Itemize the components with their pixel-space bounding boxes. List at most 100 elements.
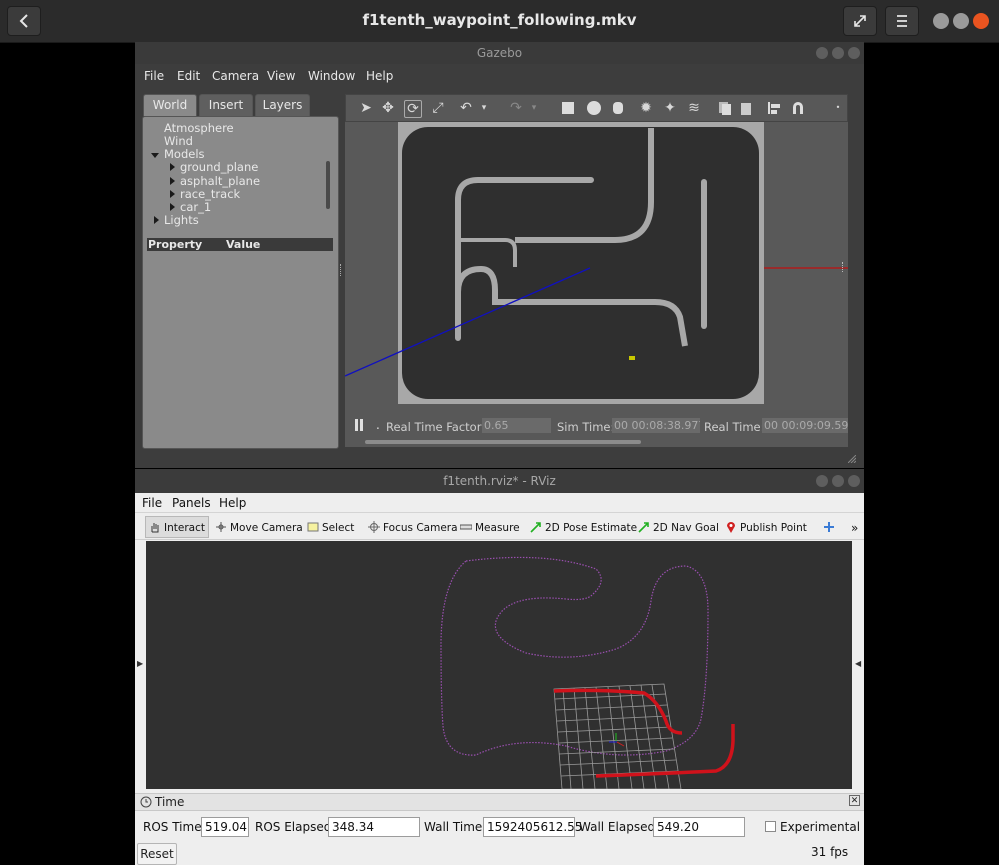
tool-select-label: Select (322, 522, 355, 534)
hamburger-menu-button[interactable] (885, 6, 919, 36)
rviz-menu-panels[interactable]: Panels (172, 496, 211, 510)
point-light-icon[interactable]: ✹ (638, 100, 654, 116)
rotate-icon[interactable]: ⟳ (404, 100, 422, 118)
tool-2d-nav-goal[interactable]: 2D Nav Goal (638, 518, 719, 538)
tab-world[interactable]: World (143, 94, 197, 116)
tool-publish-point-label: Publish Point (740, 522, 807, 534)
fullscreen-button[interactable] (843, 6, 877, 36)
wall-time-field[interactable]: 1592405612.55 (483, 817, 582, 837)
tree-model-label: race_track (180, 187, 241, 201)
gazebo-menu-edit[interactable]: Edit (177, 69, 200, 83)
tree-item-model[interactable]: asphalt_plane (170, 174, 260, 188)
gazebo-close-button[interactable] (848, 47, 860, 59)
map-pin-icon (727, 522, 735, 533)
gazebo-menu-camera[interactable]: Camera (212, 69, 259, 83)
pause-icon[interactable] (355, 419, 358, 431)
rviz-menu-help[interactable]: Help (219, 496, 246, 510)
right-dock-collapse-icon[interactable]: ◀ (855, 659, 861, 668)
close-panel-icon[interactable]: ✕ (849, 795, 860, 806)
gazebo-3d-viewport[interactable] (345, 122, 848, 410)
left-dock-collapse-icon[interactable]: ▶ (137, 659, 143, 668)
tree-item-model[interactable]: car_1 (170, 200, 211, 214)
spot-light-icon[interactable]: ✦ (662, 100, 678, 116)
box-shape-icon[interactable] (560, 100, 576, 116)
tool-publish-point[interactable]: Publish Point (725, 518, 807, 538)
expand-right-icon[interactable] (170, 163, 175, 171)
expand-right-icon[interactable] (170, 190, 175, 198)
splitter-handle[interactable] (340, 264, 344, 276)
gazebo-titlebar: Gazebo (135, 42, 864, 64)
tool-focus-camera[interactable]: Focus Camera (368, 518, 458, 538)
gazebo-menu-file[interactable]: File (144, 69, 164, 83)
snap-magnet-icon[interactable] (790, 100, 806, 116)
gazebo-minimize-button[interactable] (816, 47, 828, 59)
green-arrow-icon (530, 522, 541, 533)
pause-icon[interactable] (360, 419, 363, 431)
tree-scrollbar[interactable] (326, 161, 330, 209)
expand-right-icon[interactable] (170, 177, 175, 185)
directional-light-icon[interactable]: ≋ (686, 100, 702, 116)
wall-elapsed-field[interactable]: 549.20 (653, 817, 745, 837)
select-arrow-icon[interactable]: ➤ (358, 100, 374, 116)
resize-grip-icon[interactable] (847, 452, 857, 464)
tab-insert[interactable]: Insert (199, 94, 253, 116)
gazebo-menu-view[interactable]: View (267, 69, 295, 83)
gazebo-maximize-button[interactable] (832, 47, 844, 59)
tab-layers[interactable]: Layers (255, 94, 310, 116)
tree-model-label: car_1 (180, 200, 212, 214)
rviz-minimize-button[interactable] (816, 475, 828, 487)
gazebo-menu-help[interactable]: Help (366, 69, 393, 83)
hand-icon (151, 523, 159, 533)
tree-item-atmosphere[interactable]: Atmosphere (164, 121, 234, 135)
step-dot-icon[interactable]: . (376, 418, 380, 432)
tool-2d-pose-estimate[interactable]: 2D Pose Estimate (530, 518, 637, 538)
tree-item-models[interactable]: Models (151, 147, 205, 161)
viewport-splitter-handle[interactable] (842, 262, 846, 272)
ros-elapsed-field[interactable]: 348.34 (328, 817, 420, 837)
reset-button[interactable]: Reset (137, 843, 177, 865)
sphere-shape-icon[interactable] (586, 100, 602, 116)
undo-icon[interactable]: ↶ (458, 100, 474, 116)
tree-item-model[interactable]: ground_plane (170, 160, 258, 174)
gazebo-menu-window[interactable]: Window (308, 69, 355, 83)
rviz-menu-file[interactable]: File (142, 496, 162, 510)
ros-time-field[interactable]: 519.04 (201, 817, 249, 837)
ros-elapsed-label: ROS Elapsed: (255, 820, 336, 834)
experimental-checkbox[interactable] (765, 821, 776, 832)
tree-item-wind[interactable]: Wind (164, 134, 193, 148)
redo-dropdown-icon[interactable]: ▾ (526, 100, 542, 116)
tool-interact[interactable]: Interact (145, 516, 209, 538)
cylinder-shape-icon[interactable] (610, 100, 626, 116)
tool-move-camera[interactable]: Move Camera (215, 518, 303, 538)
toolbar-overflow-button[interactable]: » (851, 518, 858, 538)
focus-camera-icon (368, 521, 380, 533)
undo-dropdown-icon[interactable]: ▾ (476, 100, 492, 116)
redo-icon[interactable]: ↷ (508, 100, 524, 116)
tool-2d-pose-estimate-label: 2D Pose Estimate (545, 522, 638, 534)
align-icon[interactable] (766, 100, 782, 116)
tool-select[interactable]: Select (307, 518, 354, 538)
minimize-window-button[interactable] (933, 13, 949, 29)
real-time-factor-label: Real Time Factor: (386, 420, 486, 434)
translate-icon[interactable]: ✥ (380, 100, 396, 116)
close-window-button[interactable] (973, 13, 989, 29)
tree-item-model[interactable]: race_track (170, 187, 240, 201)
expand-down-icon[interactable] (151, 153, 159, 158)
paste-icon[interactable] (738, 100, 754, 116)
simulation-scene (345, 122, 848, 404)
expand-right-icon[interactable] (170, 203, 175, 211)
tree-item-lights[interactable]: Lights (154, 213, 199, 227)
tool-measure-label: Measure (475, 522, 520, 534)
rviz-3d-viewport[interactable] (146, 541, 852, 789)
toolbar-overflow-icon[interactable]: • (830, 100, 846, 116)
horizontal-scrollbar[interactable] (365, 440, 641, 444)
expand-right-icon[interactable] (154, 216, 159, 224)
tool-measure[interactable]: Measure (460, 518, 520, 538)
copy-icon[interactable] (716, 100, 732, 116)
back-button[interactable] (7, 6, 41, 36)
maximize-window-button[interactable] (953, 13, 969, 29)
scale-icon[interactable]: ⤢ (430, 100, 446, 116)
rviz-close-button[interactable] (848, 475, 860, 487)
rviz-maximize-button[interactable] (832, 475, 844, 487)
add-tool-button[interactable] (823, 518, 838, 538)
